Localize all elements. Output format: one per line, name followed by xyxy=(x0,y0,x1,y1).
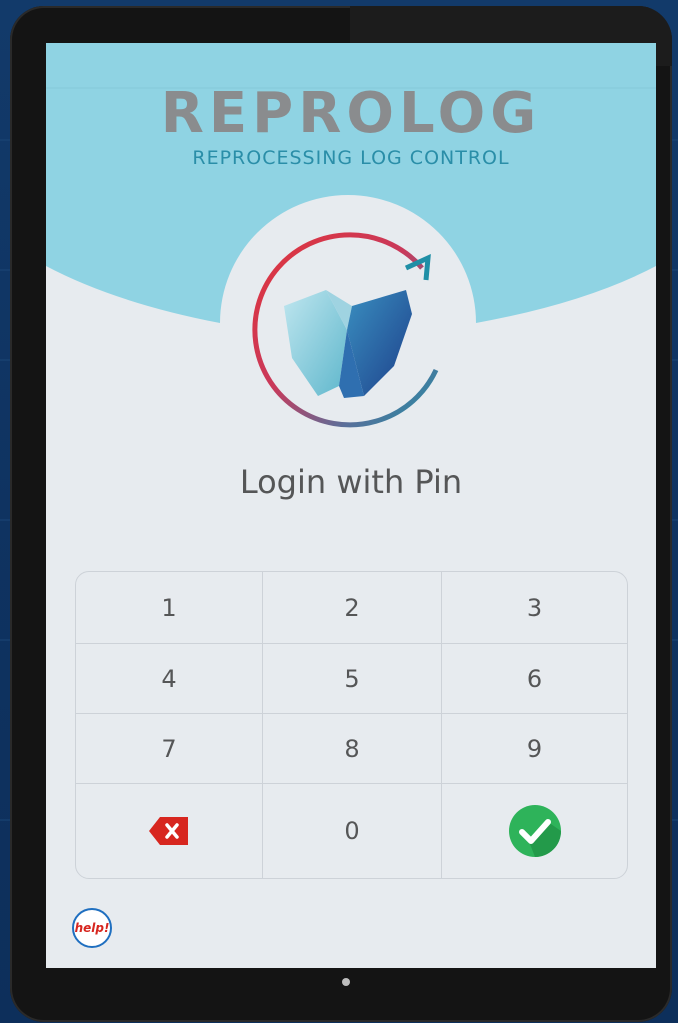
app-subtitle: REPROCESSING LOG CONTROL xyxy=(192,147,510,169)
key-0[interactable]: 0 xyxy=(262,783,441,878)
backspace-button[interactable] xyxy=(76,783,262,878)
key-3[interactable]: 3 xyxy=(441,572,627,643)
key-2[interactable]: 2 xyxy=(262,572,441,643)
login-heading: Login with Pin xyxy=(239,463,463,501)
app-screen: REPROLOG REPROCESSING LOG CONTROL Login … xyxy=(46,43,656,968)
key-4[interactable]: 4 xyxy=(76,643,262,713)
help-label: help! xyxy=(74,921,110,935)
key-1[interactable]: 1 xyxy=(76,572,262,643)
key-7[interactable]: 7 xyxy=(76,713,262,783)
pin-keypad: 1 2 3 4 5 6 7 8 9 0 xyxy=(75,571,628,879)
key-5[interactable]: 5 xyxy=(262,643,441,713)
backspace-icon xyxy=(149,817,188,845)
app-title: REPROLOG xyxy=(160,81,542,146)
key-8[interactable]: 8 xyxy=(262,713,441,783)
reprolog-logo-icon xyxy=(252,232,452,436)
key-9[interactable]: 9 xyxy=(441,713,627,783)
help-button[interactable]: help! xyxy=(72,908,112,948)
home-indicator[interactable] xyxy=(342,978,350,986)
key-6[interactable]: 6 xyxy=(441,643,627,713)
checkmark-icon xyxy=(508,805,561,857)
confirm-button[interactable] xyxy=(441,783,627,878)
